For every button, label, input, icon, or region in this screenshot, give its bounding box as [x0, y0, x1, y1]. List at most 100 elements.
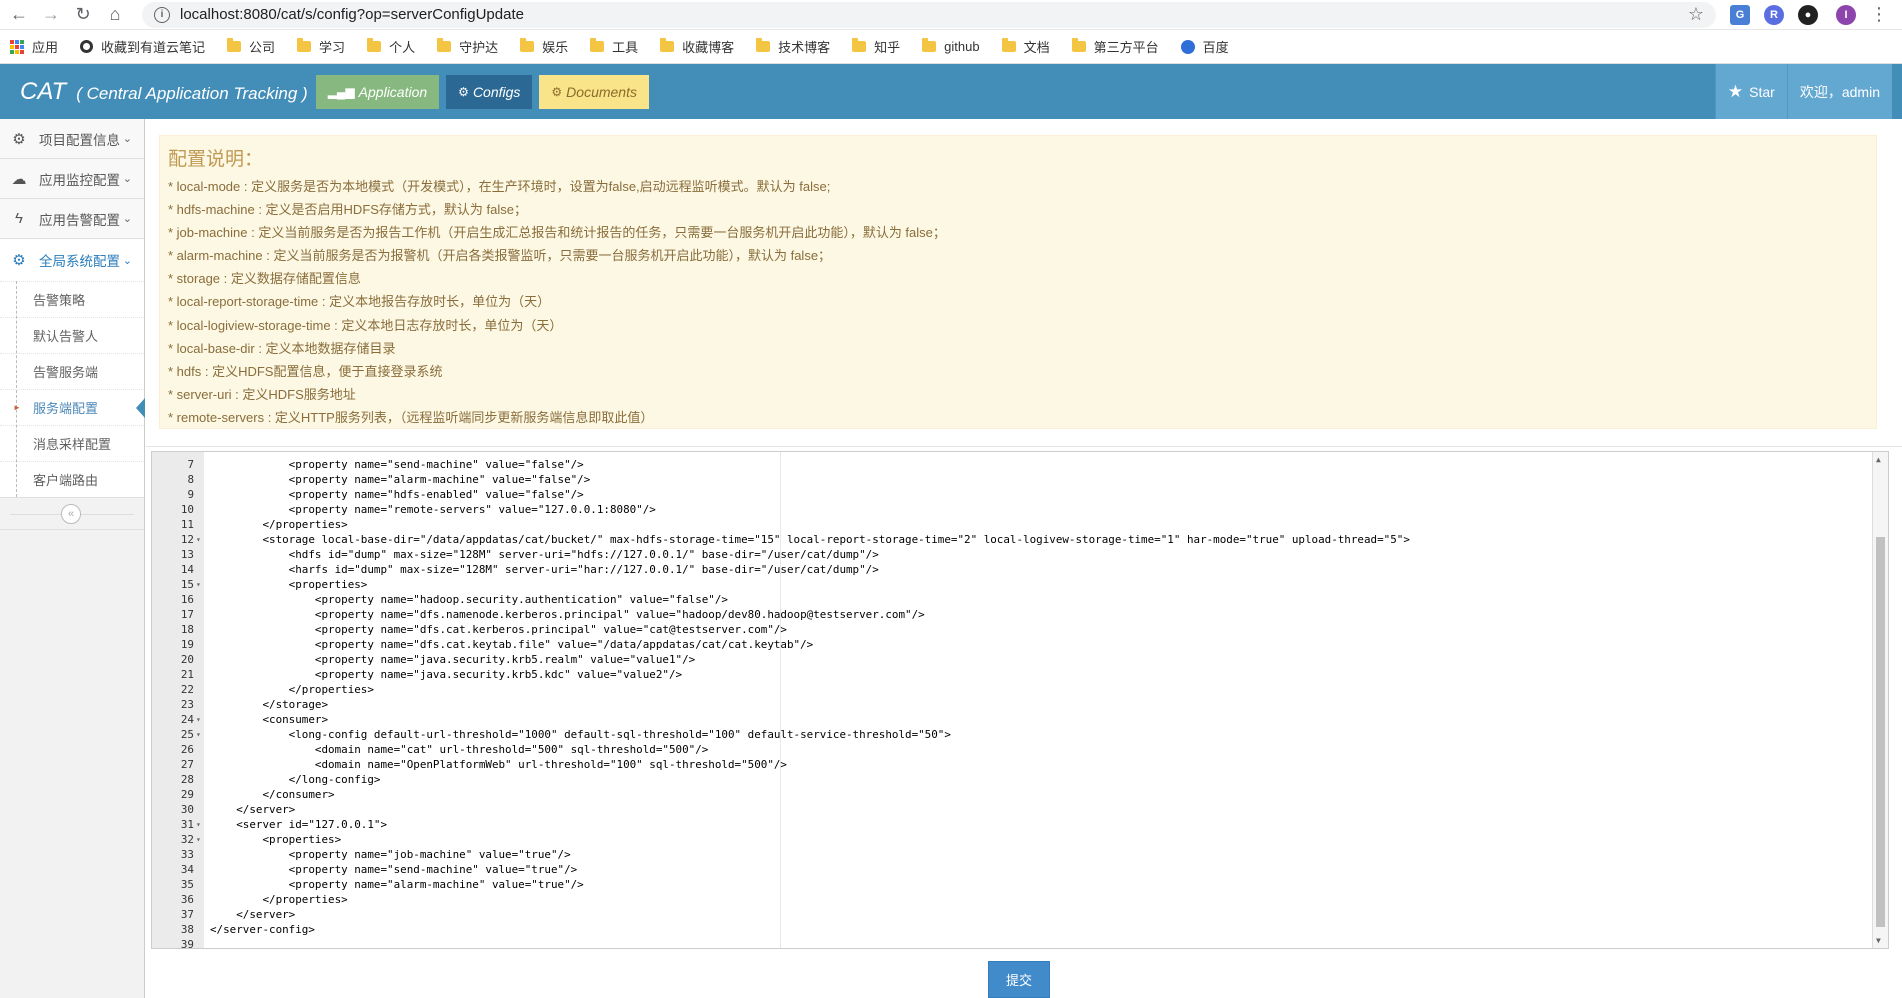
code-text[interactable]: <domain name="OpenPlatformWeb" url-thres…: [204, 757, 787, 772]
url-field[interactable]: i localhost:8080/cat/s/config?op=serverC…: [142, 1, 1716, 28]
fold-toggle-icon: [194, 592, 204, 607]
line-number: 33: [180, 848, 194, 861]
extension-dark-icon[interactable]: ●: [1798, 4, 1818, 25]
bookmark-item[interactable]: 个人: [367, 37, 415, 56]
code-text[interactable]: <property name="java.security.krb5.realm…: [204, 652, 695, 667]
extension-icon[interactable]: R: [1764, 4, 1784, 25]
bookmark-item[interactable]: 学习: [297, 37, 345, 56]
submenu-item-sampling-config[interactable]: 消息采样配置: [0, 425, 144, 461]
home-icon[interactable]: ⌂: [102, 2, 128, 28]
fold-toggle-icon[interactable]: ▾: [194, 577, 204, 592]
code-text[interactable]: <property name="dfs.cat.keytab.file" val…: [204, 637, 813, 652]
sidebar-item-project-config[interactable]: ⚙ 项目配置信息 ⌄: [0, 119, 144, 159]
code-text[interactable]: </server-config>: [204, 922, 315, 937]
fold-toggle-icon: [194, 667, 204, 682]
code-text[interactable]: <property name="dfs.cat.kerberos.princip…: [204, 622, 787, 637]
user-nav: ★ Star 欢迎，admin: [1714, 64, 1892, 119]
code-text[interactable]: <property name="send-machine" value="tru…: [204, 862, 578, 877]
code-text[interactable]: <property name="alarm-machine" value="fa…: [204, 472, 591, 487]
submenu-item-server-config[interactable]: ► 服务端配置: [0, 389, 145, 425]
bookmark-item[interactable]: 公司: [227, 37, 275, 56]
bookmark-item[interactable]: 守护达: [437, 37, 498, 56]
code-text[interactable]: <hdfs id="dump" max-size="128M" server-u…: [204, 547, 879, 562]
code-text[interactable]: [204, 937, 210, 948]
code-text[interactable]: <properties>: [204, 577, 368, 592]
scroll-down-icon[interactable]: ▼: [1876, 936, 1881, 945]
code-text[interactable]: <consumer>: [204, 712, 328, 727]
browser-menu-icon[interactable]: ⋮: [1866, 2, 1892, 28]
scrollbar-thumb[interactable]: [1876, 537, 1885, 927]
note-line: * server-uri : 定义HDFS服务地址: [168, 386, 356, 402]
fold-toggle-icon: [194, 607, 204, 622]
bookmark-item[interactable]: 收藏博客: [660, 37, 734, 56]
code-text[interactable]: <storage local-base-dir="/data/appdatas/…: [204, 532, 1409, 547]
bookmark-item[interactable]: 收藏到有道云笔记: [80, 37, 205, 56]
brand-title: CAT: [20, 77, 67, 105]
scroll-up-icon[interactable]: ▲: [1876, 455, 1881, 464]
code-text[interactable]: <property name="alarm-machine" value="tr…: [204, 877, 584, 892]
configs-button[interactable]: ⚙ Configs: [446, 74, 533, 109]
sidebar-item-label: 应用监控配置: [39, 172, 120, 188]
code-text[interactable]: </long-config>: [204, 772, 381, 787]
code-text[interactable]: </properties>: [204, 517, 347, 532]
translate-extension-icon[interactable]: G: [1730, 4, 1750, 25]
fold-toggle-icon[interactable]: ▾: [194, 817, 204, 832]
submenu-item-alert-policy[interactable]: 告警策略: [0, 281, 144, 317]
code-text[interactable]: <property name="send-machine" value="fal…: [204, 457, 584, 472]
code-text[interactable]: <property name="remote-servers" value="1…: [204, 502, 656, 517]
xml-code-editor[interactable]: 7 <property name="send-machine" value="f…: [151, 451, 1889, 949]
code-line: 36 </properties>: [152, 892, 1888, 907]
brand-logo[interactable]: CAT ( Central Application Tracking ): [20, 78, 308, 106]
code-text[interactable]: <property name="dfs.namenode.kerberos.pr…: [204, 607, 925, 622]
editor-scrollbar[interactable]: ▲ ▼: [1872, 452, 1888, 948]
fold-toggle-icon[interactable]: ▾: [194, 727, 204, 742]
sidebar-item-alert-config[interactable]: ϟ 应用告警配置 ⌄: [0, 199, 144, 239]
bookmark-item[interactable]: github: [922, 38, 980, 54]
site-info-icon[interactable]: i: [154, 6, 170, 23]
bookmark-item[interactable]: 技术博客: [756, 37, 830, 56]
fold-toggle-icon[interactable]: ▾: [194, 712, 204, 727]
documents-button[interactable]: ⚙ Documents: [539, 74, 649, 109]
submenu-item-client-router[interactable]: 客户端路由: [0, 461, 144, 497]
bookmark-item[interactable]: 知乎: [852, 37, 900, 56]
star-button[interactable]: ★ Star: [1714, 64, 1787, 119]
code-text[interactable]: <property name="hadoop.security.authenti…: [204, 592, 728, 607]
code-text[interactable]: </properties>: [204, 682, 374, 697]
code-text[interactable]: <properties>: [204, 832, 341, 847]
code-text[interactable]: </server>: [204, 802, 295, 817]
double-chevron-left-icon[interactable]: «: [61, 504, 81, 524]
code-text[interactable]: <property name="hdfs-enabled" value="fal…: [204, 487, 584, 502]
submenu-item-default-receiver[interactable]: 默认告警人: [0, 317, 144, 353]
line-number: 27: [180, 758, 194, 771]
bookmark-item[interactable]: 第三方平台: [1071, 37, 1159, 56]
user-menu[interactable]: 欢迎，admin: [1786, 64, 1892, 119]
submenu-item-alert-server[interactable]: 告警服务端: [0, 353, 144, 389]
fold-toggle-icon[interactable]: ▾: [194, 832, 204, 847]
bookmark-item[interactable]: 工具: [590, 37, 638, 56]
code-text[interactable]: <property name="job-machine" value="true…: [204, 847, 571, 862]
back-icon[interactable]: ←: [6, 2, 32, 28]
code-text[interactable]: <server id="127.0.0.1">: [204, 817, 387, 832]
code-text[interactable]: </properties>: [204, 892, 347, 907]
bookmark-item[interactable]: 娱乐: [520, 37, 568, 56]
application-button[interactable]: ▂▄▆ Application: [315, 74, 440, 109]
fold-toggle-icon[interactable]: ▾: [194, 532, 204, 547]
code-text[interactable]: <property name="java.security.krb5.kdc" …: [204, 667, 682, 682]
sidebar-item-global-config[interactable]: ⚙ 全局系统配置 ⌄: [0, 239, 144, 281]
code-text[interactable]: </server>: [204, 907, 295, 922]
code-text[interactable]: <harfs id="dump" max-size="128M" server-…: [204, 562, 879, 577]
reload-icon[interactable]: ↻: [70, 2, 96, 28]
code-text[interactable]: <domain name="cat" url-threshold="500" s…: [204, 742, 708, 757]
code-text[interactable]: </consumer>: [204, 787, 334, 802]
code-text[interactable]: <long-config default-url-threshold="1000…: [204, 727, 951, 742]
bookmark-item[interactable]: 文档: [1001, 37, 1050, 56]
sidebar-item-monitor-config[interactable]: ☁ 应用监控配置 ⌄: [0, 159, 144, 199]
bookmark-item[interactable]: 百度: [1180, 37, 1229, 56]
bookmark-star-icon[interactable]: ☆: [1688, 4, 1704, 25]
bookmark-item[interactable]: 应用: [10, 37, 58, 56]
code-text[interactable]: </storage>: [204, 697, 328, 712]
star-label: Star: [1749, 83, 1775, 100]
profile-avatar[interactable]: I: [1836, 4, 1856, 25]
forward-icon[interactable]: →: [38, 2, 64, 28]
submit-button[interactable]: 提交: [988, 961, 1050, 998]
